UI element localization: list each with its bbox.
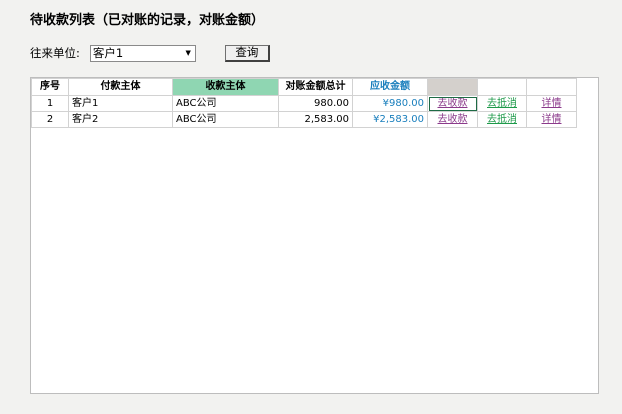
column-header-total: 对账金额总计 (278, 78, 353, 96)
column-header-payer: 付款主体 (68, 78, 173, 96)
collect-link[interactable]: 去收款 (438, 98, 468, 109)
column-header-receivable: 应收金额 (352, 78, 428, 96)
counterparty-select-value: 客户1 (92, 46, 124, 60)
cell-collect: 去收款 (427, 111, 478, 128)
cell-detail: 详情 (526, 95, 577, 112)
column-header-index: 序号 (31, 78, 69, 96)
filter-bar: 往来单位: 客户1 ▼ 查询 (30, 44, 270, 62)
cell-total: 2,583.00 (278, 111, 353, 128)
cell-collect: 去收款 (427, 95, 478, 112)
receivables-grid: 序号 付款主体 收款主体 对账金额总计 应收金额 1 客户1 ABC公司 980… (30, 77, 599, 394)
column-header-action-collect (427, 78, 478, 96)
offset-link[interactable]: 去抵消 (487, 98, 517, 109)
detail-link[interactable]: 详情 (542, 114, 562, 125)
counterparty-select[interactable]: 客户1 ▼ (89, 44, 196, 62)
offset-link[interactable]: 去抵消 (487, 114, 517, 125)
column-header-action-offset (477, 78, 527, 96)
column-header-payee: 收款主体 (172, 78, 279, 96)
cell-offset: 去抵消 (477, 95, 527, 112)
cell-payer: 客户2 (68, 111, 173, 128)
counterparty-label: 往来单位: (30, 46, 80, 60)
table-row: 2 客户2 ABC公司 2,583.00 ¥2,583.00 去收款 去抵消 详… (31, 111, 577, 128)
cell-payee: ABC公司 (172, 111, 279, 128)
cell-payee: ABC公司 (172, 95, 279, 112)
cell-detail: 详情 (526, 111, 577, 128)
cell-payer: 客户1 (68, 95, 173, 112)
receivables-table: 序号 付款主体 收款主体 对账金额总计 应收金额 1 客户1 ABC公司 980… (31, 78, 577, 128)
detail-link[interactable]: 详情 (542, 98, 562, 109)
cell-receivable: ¥2,583.00 (352, 111, 428, 128)
cell-receivable: ¥980.00 (352, 95, 428, 112)
chevron-down-icon[interactable]: ▼ (185, 49, 190, 57)
cell-index: 2 (31, 111, 69, 128)
column-header-action-detail (526, 78, 577, 96)
cell-total: 980.00 (278, 95, 353, 112)
cell-offset: 去抵消 (477, 111, 527, 128)
query-button[interactable]: 查询 (224, 44, 270, 62)
table-header-row: 序号 付款主体 收款主体 对账金额总计 应收金额 (31, 78, 577, 96)
table-row: 1 客户1 ABC公司 980.00 ¥980.00 去收款 去抵消 详情 (31, 95, 577, 112)
collect-link[interactable]: 去收款 (438, 114, 468, 125)
page-title: 待收款列表（已对账的记录，对账金额） (30, 13, 265, 28)
cell-index: 1 (31, 95, 69, 112)
